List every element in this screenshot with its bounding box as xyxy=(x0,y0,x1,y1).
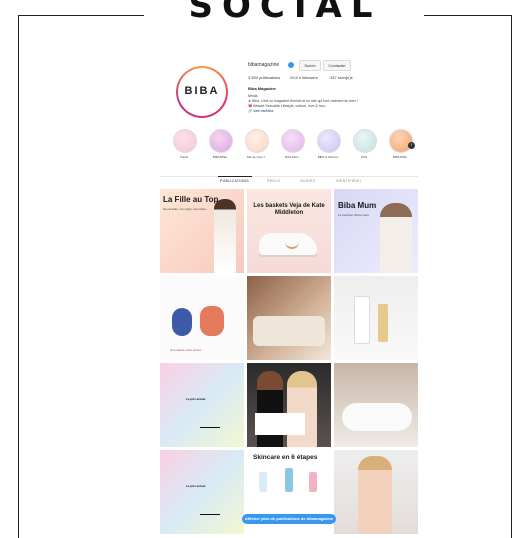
man-figure xyxy=(257,371,283,447)
post-gradient-quote[interactable]: Le prix actuel xyxy=(160,363,244,447)
highlight-label: BIBASPEL xyxy=(212,155,228,159)
avatar[interactable]: BIBA xyxy=(176,66,228,118)
post-caption: Le bonheur d'être mère xyxy=(338,213,370,217)
highlight-psg[interactable] xyxy=(353,129,377,153)
highlight-label: Ma vie rose ? xyxy=(246,155,265,159)
display-name: Biba Magazine xyxy=(248,86,276,91)
highlight-label: BIBA & Women xyxy=(317,155,339,159)
highlight-ma-vie-rose[interactable] xyxy=(245,129,269,153)
highlight-label: PSG xyxy=(360,155,368,159)
caption-card xyxy=(255,413,305,435)
username[interactable]: bibamagazine xyxy=(248,62,279,68)
woman-figure xyxy=(287,371,317,447)
tab-guides[interactable]: GUIDES xyxy=(300,179,315,183)
posts-count: 3 594 publications xyxy=(248,75,281,80)
chevron-right-icon[interactable]: › xyxy=(408,142,415,149)
arrow-icon xyxy=(200,514,220,515)
highlight-biba-mum[interactable] xyxy=(281,129,305,153)
tab-publications[interactable]: PUBLICATIONS xyxy=(220,179,249,183)
section-heading: SOCIAL xyxy=(150,0,420,26)
illustration-figure-1 xyxy=(172,308,192,336)
highlight-travel[interactable] xyxy=(173,129,197,153)
frame-top-right xyxy=(424,15,512,16)
post-caption: Le prix actuel xyxy=(186,397,206,401)
post-title: La Fille au Top xyxy=(163,195,219,204)
avatar-logo: BIBA xyxy=(184,85,220,97)
product-image xyxy=(285,468,293,492)
highlight-bibaspel-2[interactable] xyxy=(389,129,413,153)
bio-line: 💗 Beauté Sexualité Lifestyle, culture, l… xyxy=(248,104,328,108)
post-bathtub[interactable] xyxy=(334,363,418,447)
bathtub-image xyxy=(342,403,412,431)
contact-button[interactable]: Contacter xyxy=(323,60,351,71)
post-caption: Une soirée entre amies xyxy=(170,348,202,352)
see-more-posts-button[interactable]: Afficher plus de publications de bibamag… xyxy=(242,514,336,524)
sofa-image xyxy=(253,316,325,346)
bio-link[interactable]: 🔗 web.me/biba xyxy=(248,109,273,113)
post-la-fille-au-top[interactable]: La Fille au Top Sa réussite, son style, … xyxy=(160,189,244,273)
arrow-icon xyxy=(200,427,220,428)
post-title: Skincare en 6 étapes xyxy=(253,454,318,461)
frame-left xyxy=(18,15,19,538)
woman-figure xyxy=(214,199,236,273)
verified-icon xyxy=(288,62,294,68)
highlight-label: Travel xyxy=(179,155,189,159)
bio-line: ★ Biba, c'est un magazine féminin et un … xyxy=(248,99,358,103)
follow-button[interactable]: Suivre xyxy=(299,60,321,71)
profile-tabs: PUBLICATIONS REELS GUIDES IDENTIFIÉ(E) xyxy=(160,176,418,187)
post-skincare-bottles[interactable] xyxy=(334,276,418,360)
followers-count[interactable]: 20,6 k followers xyxy=(290,75,318,80)
tab-tagged[interactable]: IDENTIFIÉ(E) xyxy=(336,179,361,183)
product-image xyxy=(309,472,317,492)
illustration-figure-2 xyxy=(200,306,224,336)
highlight-label: Biba Mum xyxy=(285,155,299,159)
active-tab-indicator xyxy=(218,176,252,177)
tab-reels[interactable]: REELS xyxy=(267,179,280,183)
post-illustration[interactable]: Une soirée entre amies xyxy=(160,276,244,360)
highlight-bibaspel[interactable] xyxy=(209,129,233,153)
bottle-image xyxy=(354,296,370,344)
posts-grid: La Fille au Top Sa réussite, son style, … xyxy=(160,189,418,538)
profile-header: BIBA bibamagazine Suivre Contacter 3 594… xyxy=(160,52,418,176)
mother-figure xyxy=(380,203,412,273)
post-interior[interactable] xyxy=(247,276,331,360)
post-couple[interactable] xyxy=(247,363,331,447)
product-image xyxy=(259,472,267,492)
post-caption: Sa réussite, son style, ses looks... xyxy=(163,207,209,211)
highlight-label: BIBASPEL xyxy=(392,155,408,159)
frame-right xyxy=(511,15,512,538)
post-biba-mum[interactable]: Biba Mum Le bonheur d'être mère xyxy=(334,189,418,273)
highlight-biba-women[interactable] xyxy=(317,129,341,153)
frame-top-left xyxy=(18,15,144,16)
following-count[interactable]: 437 suivi(e)s xyxy=(330,75,353,80)
post-gradient-quote-2[interactable]: Le prix actuel xyxy=(160,450,244,534)
post-baskets-veja[interactable]: Les baskets Veja de Kate Middleton xyxy=(247,189,331,273)
post-title: Biba Mum xyxy=(338,201,377,210)
bio-line: Média xyxy=(248,94,258,98)
post-lingerie[interactable] xyxy=(334,450,418,534)
instagram-profile-screenshot: BIBA bibamagazine Suivre Contacter 3 594… xyxy=(160,52,418,538)
bottle-image xyxy=(378,304,388,342)
post-title: Les baskets Veja de Kate Middleton xyxy=(253,203,325,216)
model-figure xyxy=(358,456,392,534)
post-caption: Le prix actuel xyxy=(186,484,206,488)
